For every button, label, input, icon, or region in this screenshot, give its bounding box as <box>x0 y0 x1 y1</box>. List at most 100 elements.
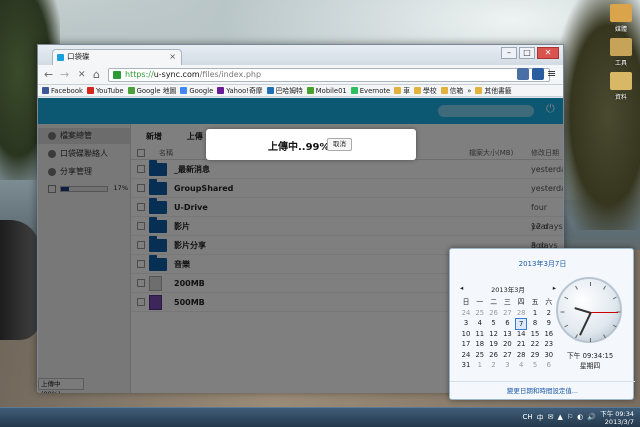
calendar-day[interactable]: 4 <box>515 360 527 370</box>
calendar-day[interactable]: 2 <box>488 360 500 370</box>
calendar-day[interactable]: 6 <box>501 318 513 328</box>
upload-progress-text: 上傳中..99% <box>268 142 330 153</box>
calendar-day[interactable]: 28 <box>515 308 527 318</box>
back-icon[interactable]: ← <box>44 68 53 82</box>
calendar-day[interactable]: 5 <box>529 360 541 370</box>
bookmark-item[interactable]: Evernote <box>350 85 390 96</box>
bookmark-item[interactable]: 巴哈姆特 <box>266 85 303 96</box>
calendar-day[interactable]: 26 <box>488 308 500 318</box>
calendar-day[interactable]: 8 <box>529 318 541 328</box>
stop-icon[interactable]: ✕ <box>78 68 86 82</box>
bookmark-item[interactable]: Facebook <box>42 85 83 96</box>
bookmark-label: 信箱 <box>449 87 464 95</box>
calendar-day[interactable]: 22 <box>529 339 541 349</box>
calendar-day[interactable]: 1 <box>474 360 486 370</box>
bookmark-item[interactable]: 車 <box>394 85 410 96</box>
calendar-day[interactable]: 3 <box>501 360 513 370</box>
desktop-tree-right <box>560 0 640 230</box>
bookmark-item[interactable]: Mobile01 <box>306 85 347 96</box>
calendar-day[interactable]: 30 <box>543 350 555 360</box>
next-month-icon[interactable]: ▸ <box>553 284 556 292</box>
url-host: u-sync.com <box>153 70 200 79</box>
cancel-upload-button[interactable]: 取消 <box>327 138 352 151</box>
bookmark-item[interactable]: 其他書籤 <box>475 85 512 96</box>
extension-icon[interactable] <box>517 68 529 80</box>
calendar-day[interactable]: 17 <box>460 339 472 349</box>
calendar-day[interactable]: 25 <box>474 308 486 318</box>
calendar-day[interactable]: 24 <box>460 350 472 360</box>
menu-icon[interactable]: ≡ <box>547 68 559 80</box>
tray-icon[interactable]: ▲ <box>558 413 563 423</box>
calendar-day[interactable]: 11 <box>474 329 486 339</box>
desktop-folder-icon[interactable]: 工具 <box>604 38 638 67</box>
calendar-day[interactable]: 19 <box>488 339 500 349</box>
calendar-day[interactable]: 10 <box>460 329 472 339</box>
calendar-day[interactable]: 20 <box>501 339 513 349</box>
tray-icon[interactable]: 中 <box>537 413 544 423</box>
weekday-header: 二 <box>490 298 497 306</box>
tab-close-icon[interactable]: × <box>169 50 176 64</box>
calendar-day[interactable]: 13 <box>501 329 513 339</box>
home-icon[interactable]: ⌂ <box>93 68 100 82</box>
calendar-day[interactable]: 21 <box>515 339 527 349</box>
clock-tick <box>575 334 578 339</box>
calendar-date-title[interactable]: 2013年3月7日 <box>450 259 635 269</box>
bookmark-item[interactable]: Yahoo!奇摩 <box>217 85 263 96</box>
calendar-day[interactable]: 28 <box>515 350 527 360</box>
bookmark-label: Google 地圖 <box>136 87 177 95</box>
close-window-button[interactable]: ✕ <box>537 47 559 59</box>
window-titlebar[interactable]: 口袋碟 × – □ ✕ <box>38 45 563 65</box>
calendar-day[interactable]: 6 <box>543 360 555 370</box>
calendar-month-label[interactable]: 2013年3月 <box>460 284 556 294</box>
bookmark-item[interactable]: 信箱 <box>440 85 464 96</box>
bookmark-label: 巴哈姆特 <box>275 87 303 95</box>
calendar-day[interactable]: 31 <box>460 360 472 370</box>
calendar-day[interactable]: 18 <box>474 339 486 349</box>
calendar-day[interactable]: 26 <box>488 350 500 360</box>
maximize-button[interactable]: □ <box>519 47 535 59</box>
bookmark-item[interactable]: YouTube <box>86 85 124 96</box>
change-datetime-link[interactable]: 變更日期和時間設定值... <box>450 381 635 395</box>
desktop-folder-icon[interactable]: 資料 <box>604 72 638 101</box>
extension-icon[interactable] <box>532 68 544 80</box>
calendar-month-nav: ◂ 2013年3月 ▸ <box>460 284 556 294</box>
calendar-day[interactable]: 27 <box>501 350 513 360</box>
calendar-day[interactable]: 4 <box>474 318 486 328</box>
url-scheme: https:// <box>125 70 154 79</box>
bookmark-item[interactable]: Google 地圖 <box>127 85 177 96</box>
desktop-icon-label: 工具 <box>614 60 627 67</box>
bookmark-item[interactable]: Google <box>180 85 213 96</box>
desktop-icon-label: 資料 <box>614 94 627 101</box>
calendar-day[interactable]: 29 <box>529 350 541 360</box>
tray-icon[interactable]: ◐ <box>577 413 583 423</box>
bookmark-item[interactable]: » <box>467 85 471 96</box>
forward-icon[interactable]: → <box>60 68 69 82</box>
desktop-folder-icon[interactable]: 媒體 <box>604 4 638 33</box>
tray-icon[interactable]: ✉ <box>548 413 554 423</box>
calendar-day[interactable]: 14 <box>515 329 527 339</box>
calendar-day[interactable]: 9 <box>543 318 555 328</box>
browser-tab[interactable]: 口袋碟 × <box>52 49 182 65</box>
calendar-day[interactable]: 23 <box>543 339 555 349</box>
weekday-header: 三 <box>503 298 511 306</box>
calendar-day[interactable]: 2 <box>543 308 555 318</box>
bookmark-icon <box>217 87 225 94</box>
calendar-day[interactable]: 12 <box>488 329 500 339</box>
address-bar[interactable]: https://u-sync.com/files/index.php ☆ <box>108 68 550 82</box>
taskbar-clock[interactable]: 下午 09:34 2013/3/7 <box>600 410 634 426</box>
calendar-day[interactable]: 24 <box>460 308 472 318</box>
calendar-day[interactable]: 25 <box>474 350 486 360</box>
tray-icon[interactable]: ⚐ <box>567 413 573 423</box>
calendar-day[interactable]: 16 <box>543 329 555 339</box>
calendar-day[interactable]: 1 <box>529 308 541 318</box>
tray-icon[interactable]: CH <box>522 413 532 423</box>
minimize-button[interactable]: – <box>501 47 517 59</box>
folder-icon <box>610 72 632 90</box>
calendar-day[interactable]: 15 <box>529 329 541 339</box>
calendar-day[interactable]: 3 <box>460 318 472 328</box>
bookmark-item[interactable]: 學校 <box>414 85 437 96</box>
clock-tick <box>612 324 617 328</box>
calendar-day[interactable]: 27 <box>501 308 513 318</box>
tray-icon[interactable]: 🔊 <box>587 413 596 423</box>
calendar-day[interactable]: 5 <box>488 318 500 328</box>
